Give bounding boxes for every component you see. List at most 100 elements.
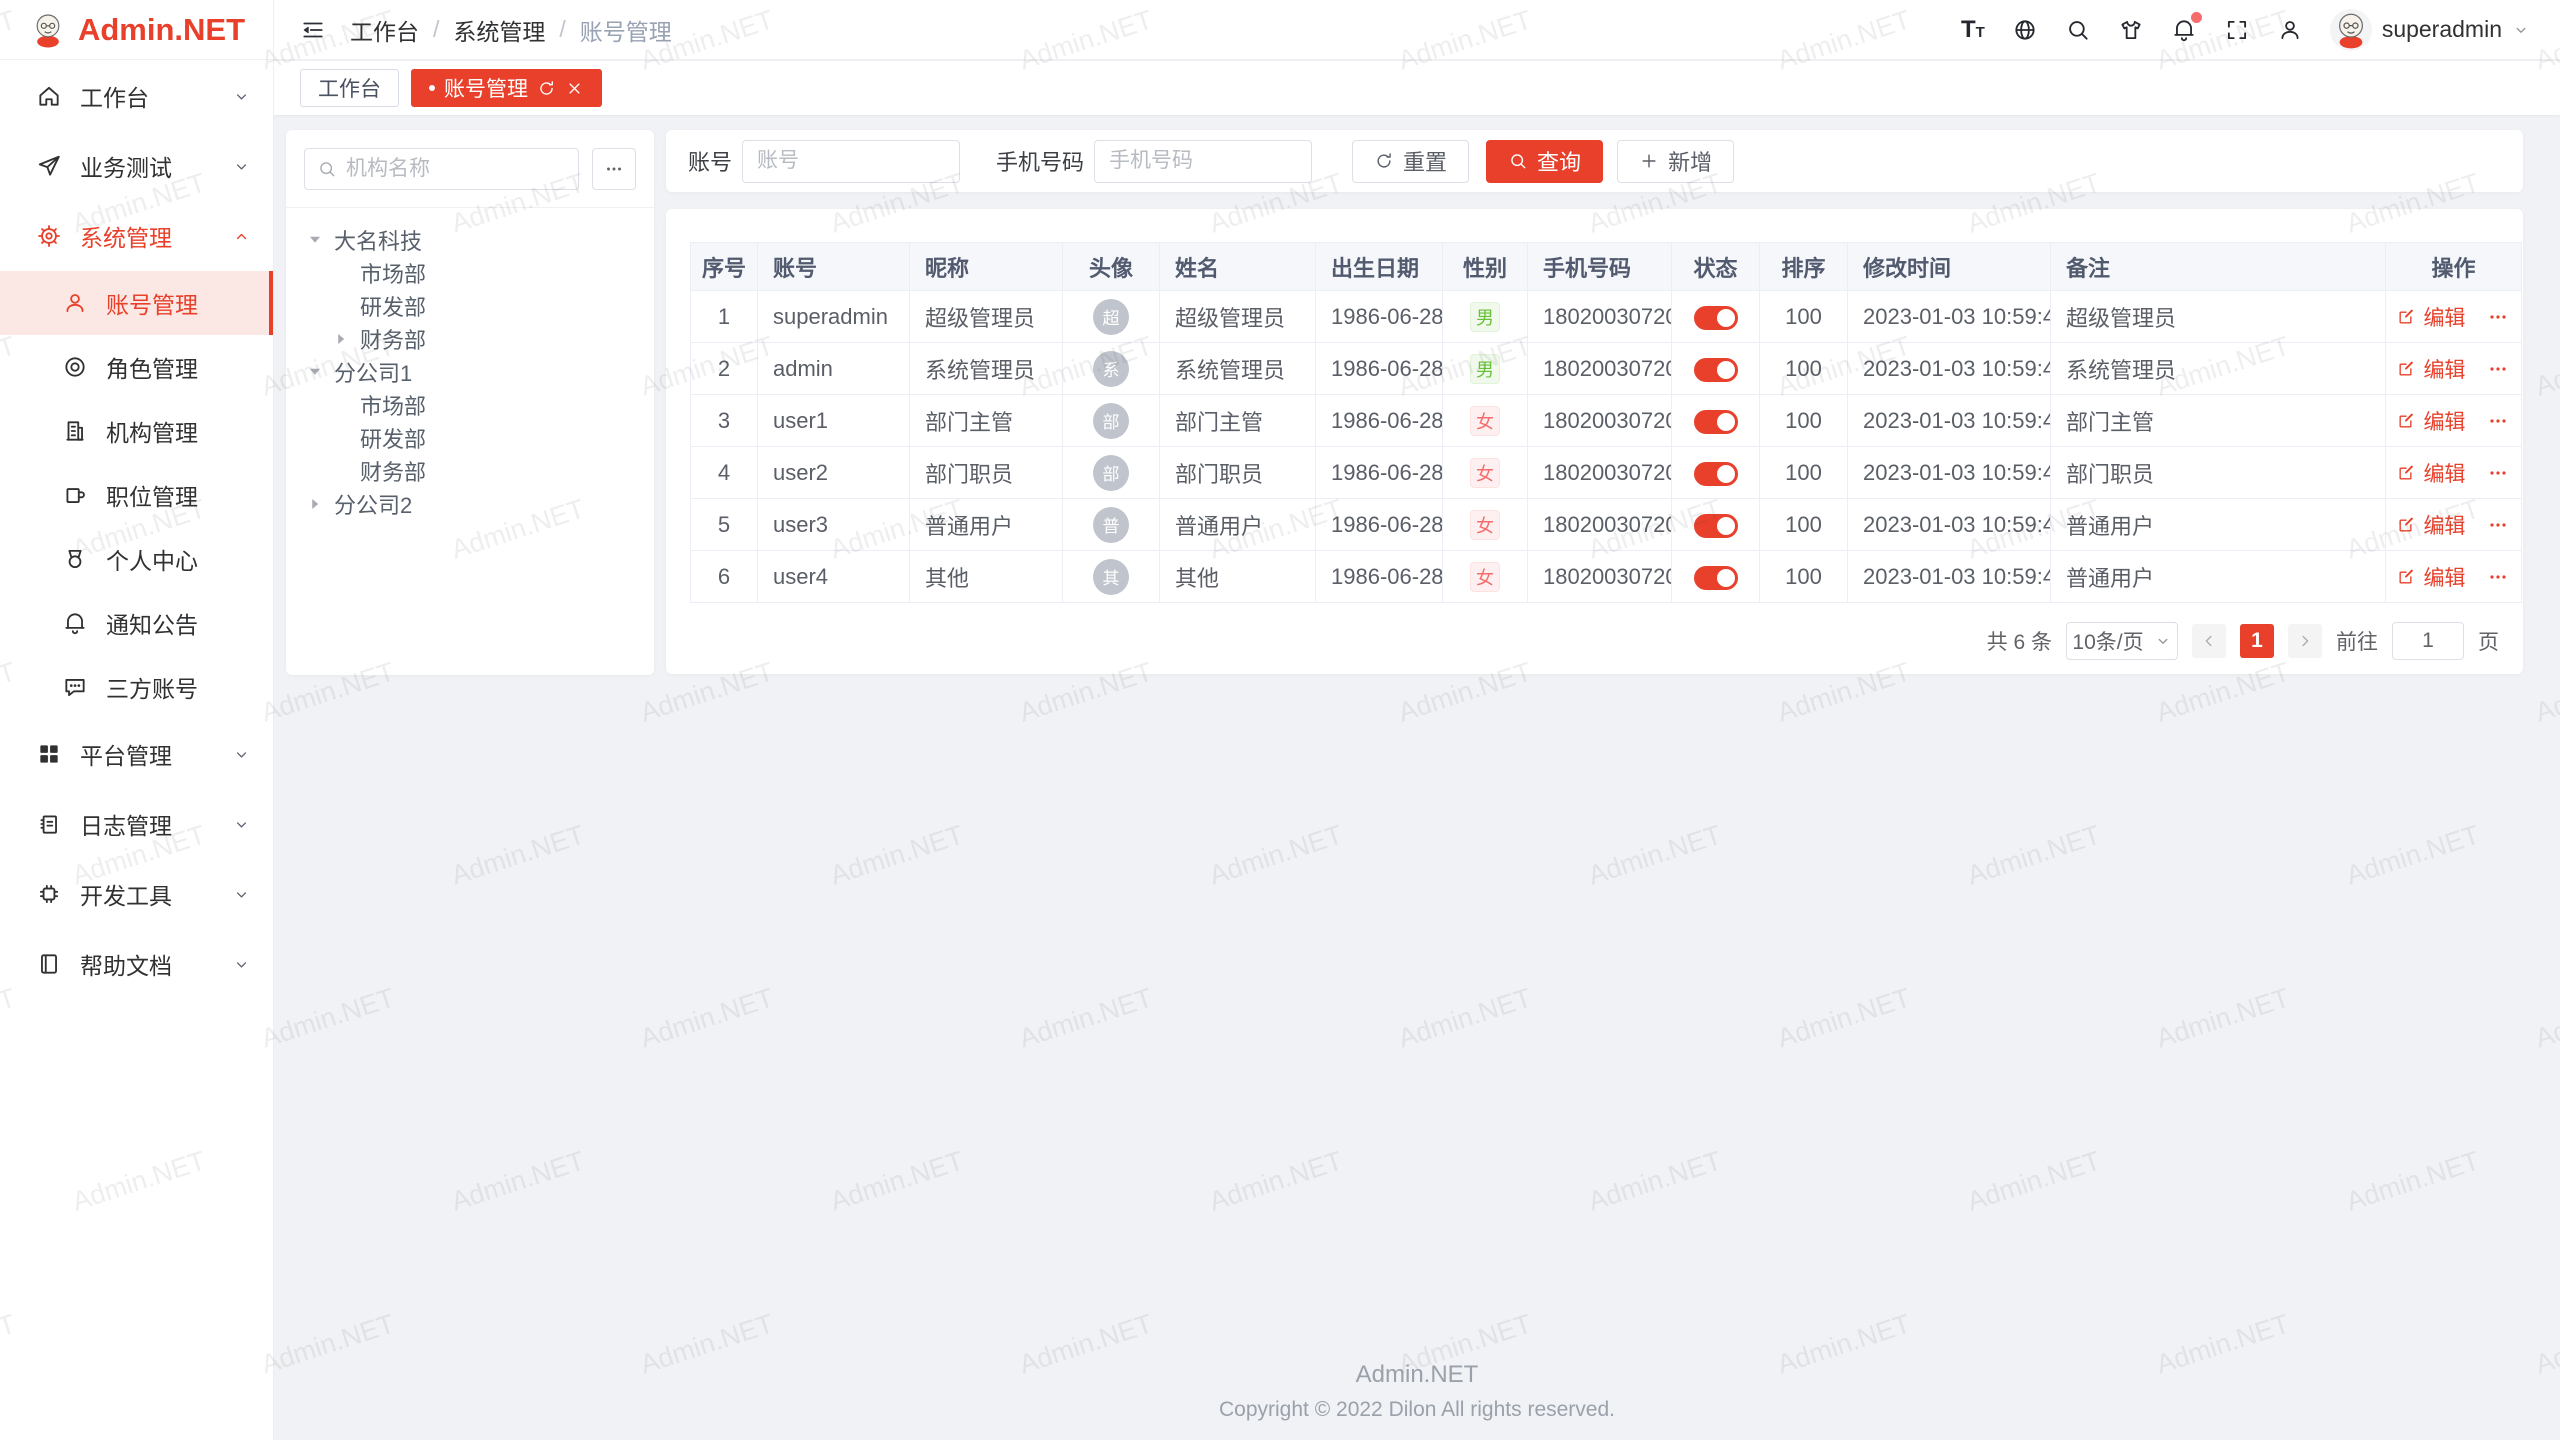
cell-avatar: 系 (1063, 343, 1160, 395)
caret-right-icon[interactable] (330, 328, 352, 350)
sidebar-subitem-notice-announcement[interactable]: 通知公告 (0, 591, 273, 655)
tree-node[interactable]: 大名科技 (304, 223, 636, 256)
edit-button[interactable]: 编辑 (2397, 354, 2465, 384)
edit-button[interactable]: 编辑 (2397, 562, 2465, 592)
theme-skin-icon[interactable] (2118, 17, 2144, 43)
query-button[interactable]: 查询 (1486, 140, 1603, 183)
tree-node[interactable]: 财务部 (304, 454, 636, 487)
add-button[interactable]: 新增 (1617, 140, 1734, 183)
caret-down-icon[interactable] (304, 229, 326, 251)
column-header: 修改时间 (1848, 243, 2051, 291)
status-toggle[interactable] (1694, 514, 1738, 538)
more-actions-button[interactable] (2486, 305, 2510, 329)
sidebar-subitem-role-manage[interactable]: 角色管理 (0, 335, 273, 399)
close-tab-icon[interactable] (565, 79, 584, 98)
sidebar-subitem-personal-center[interactable]: 个人中心 (0, 527, 273, 591)
font-size-icon[interactable]: TT (1961, 17, 1985, 43)
status-toggle[interactable] (1694, 566, 1738, 590)
user-icon (62, 290, 88, 316)
tree-node[interactable]: 分公司1 (304, 355, 636, 388)
active-tab-dot-icon (429, 85, 435, 91)
goto-page-input[interactable] (2392, 622, 2464, 660)
cell-status (1672, 291, 1760, 343)
profile-icon[interactable] (2277, 17, 2303, 43)
sidebar-item-label: 工作台 (80, 79, 232, 113)
sidebar-item-help-docs[interactable]: 帮助文档 (0, 929, 273, 999)
prev-page-button[interactable] (2192, 624, 2226, 658)
breadcrumb-item[interactable]: 工作台 (350, 13, 419, 47)
filter-bar: 账号 手机号码 重置 查询 新增 (666, 130, 2523, 192)
avatar: 普 (1093, 507, 1129, 543)
more-actions-button[interactable] (2486, 357, 2510, 381)
status-toggle[interactable] (1694, 410, 1738, 434)
cell-name: 系统管理员 (1160, 343, 1316, 395)
status-toggle[interactable] (1694, 306, 1738, 330)
org-more-button[interactable] (592, 148, 636, 190)
chevron-down-icon (232, 885, 251, 904)
refresh-tab-icon[interactable] (537, 79, 556, 98)
chevron-up-icon (232, 227, 251, 246)
more-actions-button[interactable] (2486, 461, 2510, 485)
tree-node-label: 研发部 (360, 422, 426, 454)
phone-filter-input[interactable] (1094, 140, 1312, 183)
tree-node[interactable]: 研发部 (304, 289, 636, 322)
more-actions-button[interactable] (2486, 409, 2510, 433)
sidebar-item-business-test[interactable]: 业务测试 (0, 131, 273, 201)
sidebar-item-label: 开发工具 (80, 877, 232, 911)
language-icon[interactable] (2012, 17, 2038, 43)
search-icon[interactable] (2065, 17, 2091, 43)
chevron-down-icon (232, 745, 251, 764)
user-menu[interactable]: superadmin (2330, 9, 2530, 51)
edit-button[interactable]: 编辑 (2397, 510, 2465, 540)
sidebar-item-workbench[interactable]: 工作台 (0, 61, 273, 131)
tab-workbench[interactable]: 工作台 (300, 69, 399, 107)
chevron-left-icon (2200, 632, 2218, 650)
cell-modify-time: 2023-01-03 10:59:44 (1848, 551, 2051, 603)
sidebar-item-platform-manage[interactable]: 平台管理 (0, 719, 273, 789)
caret-down-icon[interactable] (304, 361, 326, 383)
tree-node[interactable]: 研发部 (304, 421, 636, 454)
fullscreen-icon[interactable] (2224, 17, 2250, 43)
reset-button[interactable]: 重置 (1352, 140, 1469, 183)
edit-button[interactable]: 编辑 (2397, 458, 2465, 488)
current-page-button[interactable]: 1 (2240, 624, 2274, 658)
caret-right-icon[interactable] (304, 493, 326, 515)
edit-button[interactable]: 编辑 (2397, 406, 2465, 436)
sidebar-subitem-org-manage[interactable]: 机构管理 (0, 399, 273, 463)
sidebar-subitem-label: 个人中心 (106, 542, 251, 576)
breadcrumb-item[interactable]: 系统管理 (453, 13, 545, 47)
tree-node[interactable]: 分公司2 (304, 487, 636, 520)
menu-fold-icon[interactable] (300, 17, 326, 43)
next-page-button[interactable] (2288, 624, 2322, 658)
tree-node[interactable]: 财务部 (304, 322, 636, 355)
column-header: 性别 (1443, 243, 1528, 291)
more-actions-button[interactable] (2486, 513, 2510, 537)
tree-node[interactable]: 市场部 (304, 256, 636, 289)
chevron-down-icon (2512, 21, 2530, 39)
gender-tag: 男 (1470, 354, 1500, 384)
breadcrumb-item[interactable]: 账号管理 (580, 13, 672, 47)
add-button-label: 新增 (1668, 145, 1712, 177)
notification-bell-icon[interactable] (2171, 17, 2197, 43)
sidebar-item-dev-tools[interactable]: 开发工具 (0, 859, 273, 929)
page-size-select[interactable]: 10条/页 (2066, 622, 2178, 660)
tab-account-manage[interactable]: 账号管理 (411, 69, 602, 107)
sidebar-subitem-position-manage[interactable]: 职位管理 (0, 463, 273, 527)
app-root: Admin.NET 工作台 业务测试 系统管理 账号管理 角色管理 (0, 0, 2560, 1440)
cell-modify-time: 2023-01-03 10:59:44 (1848, 343, 2051, 395)
status-toggle[interactable] (1694, 358, 1738, 382)
status-toggle[interactable] (1694, 462, 1738, 486)
sidebar-item-label: 系统管理 (80, 219, 232, 253)
edit-button[interactable]: 编辑 (2397, 302, 2465, 332)
brand-logo[interactable]: Admin.NET (0, 0, 273, 60)
tree-node[interactable]: 市场部 (304, 388, 636, 421)
cell-avatar: 普 (1063, 499, 1160, 551)
column-header: 排序 (1760, 243, 1848, 291)
sidebar-item-log-manage[interactable]: 日志管理 (0, 789, 273, 859)
sidebar-subitem-account-manage[interactable]: 账号管理 (0, 271, 273, 335)
sidebar-item-system-manage[interactable]: 系统管理 (0, 201, 273, 271)
org-search-input[interactable] (346, 157, 566, 181)
more-actions-button[interactable] (2486, 565, 2510, 589)
account-filter-input[interactable] (742, 140, 960, 183)
sidebar-subitem-third-party-account[interactable]: 三方账号 (0, 655, 273, 719)
